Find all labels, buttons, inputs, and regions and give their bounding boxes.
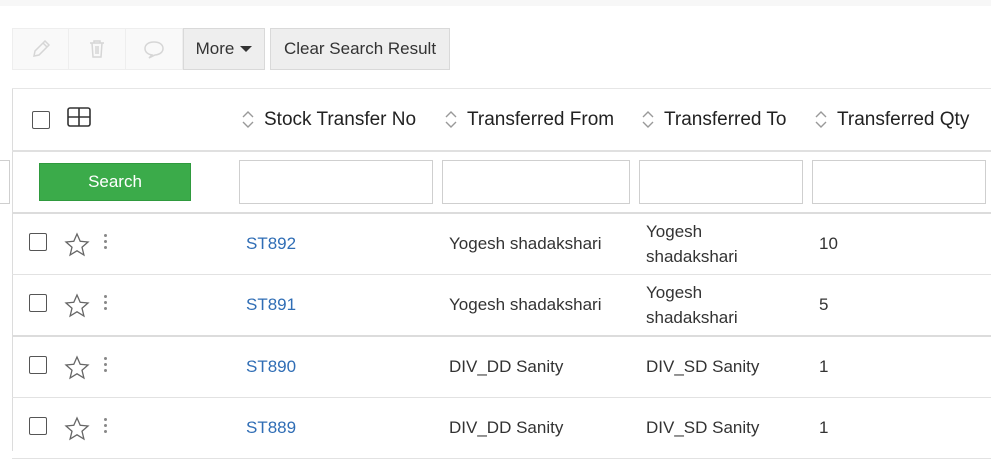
column-label: Stock Transfer No: [264, 108, 417, 130]
table-body: ST892 Yogesh shadakshari Yogesh shadaksh…: [12, 214, 991, 459]
transferred-to-line: Yogesh: [646, 222, 703, 241]
stock-transfer-no-link[interactable]: ST892: [246, 231, 296, 256]
transferred-to-line: shadakshari: [646, 247, 738, 266]
comment-icon: [144, 41, 164, 59]
filter-transferred-qty-input[interactable]: [812, 160, 986, 204]
transferred-qty-cell: 1: [819, 418, 829, 437]
transferred-to-line: shadakshari: [646, 308, 738, 327]
stock-transfer-no-link[interactable]: ST890: [246, 354, 296, 379]
star-icon[interactable]: [64, 232, 90, 258]
column-label: Transferred To: [664, 108, 787, 130]
transferred-qty-cell: 5: [819, 295, 829, 314]
column-label: Transferred Qty: [837, 108, 970, 130]
sort-icon[interactable]: [444, 111, 458, 128]
column-layout-icon[interactable]: [67, 107, 91, 127]
clear-search-result-button[interactable]: Clear Search Result: [270, 28, 450, 70]
transferred-from-cell: Yogesh shadakshari: [449, 234, 602, 253]
transferred-qty-cell: 10: [819, 234, 838, 253]
column-label: Transferred From: [467, 108, 615, 130]
sort-icon[interactable]: [241, 111, 255, 128]
stock-transfer-no-link[interactable]: ST891: [246, 292, 296, 317]
transferred-to-cell: DIV_SD Sanity: [646, 418, 760, 437]
caret-down-icon: [240, 46, 253, 52]
transferred-from-cell: DIV_DD Sanity: [449, 418, 564, 437]
more-options-icon[interactable]: [104, 418, 108, 433]
toolbar: More Clear Search Result: [12, 28, 450, 72]
column-header-transferred-qty[interactable]: Transferred Qty: [814, 89, 969, 150]
pencil-icon: [32, 39, 50, 57]
table-row[interactable]: ST890 DIV_DD Sanity DIV_SD Sanity 1: [12, 337, 991, 398]
left-filter-stub: [0, 160, 10, 204]
more-options-icon[interactable]: [104, 357, 108, 372]
edit-button[interactable]: [12, 28, 69, 70]
transferred-qty-cell: 1: [819, 357, 829, 376]
search-button[interactable]: Search: [39, 163, 191, 201]
star-icon[interactable]: [64, 416, 90, 442]
column-header-transferred-from[interactable]: Transferred From: [444, 89, 614, 150]
filter-row: Search: [12, 152, 991, 212]
column-header-transferred-to[interactable]: Transferred To: [641, 89, 787, 150]
column-header-stock-transfer-no[interactable]: Stock Transfer No: [241, 89, 416, 150]
comment-button[interactable]: [126, 28, 183, 70]
transferred-from-cell: Yogesh shadakshari: [449, 295, 602, 314]
row-checkbox[interactable]: [29, 417, 47, 435]
more-button[interactable]: More: [183, 28, 265, 70]
delete-button[interactable]: [69, 28, 126, 70]
transferred-to-cell: DIV_SD Sanity: [646, 357, 760, 376]
transferred-from-cell: DIV_DD Sanity: [449, 357, 564, 376]
transferred-to-cell: Yogesh shadakshari: [646, 219, 738, 269]
filter-transferred-to-input[interactable]: [639, 160, 803, 204]
stock-transfer-no-link[interactable]: ST889: [246, 415, 296, 440]
row-checkbox[interactable]: [29, 233, 47, 251]
top-strip: [0, 0, 991, 6]
star-icon[interactable]: [64, 355, 90, 381]
more-options-icon[interactable]: [104, 234, 108, 249]
more-options-icon[interactable]: [104, 295, 108, 310]
star-icon[interactable]: [64, 293, 90, 319]
row-checkbox[interactable]: [29, 294, 47, 312]
row-checkbox[interactable]: [29, 356, 47, 374]
sort-icon[interactable]: [814, 111, 828, 128]
table-row[interactable]: ST891 Yogesh shadakshari Yogesh shadaksh…: [12, 275, 991, 337]
table-row[interactable]: ST889 DIV_DD Sanity DIV_SD Sanity 1: [12, 398, 991, 459]
trash-icon: [90, 40, 104, 58]
select-all-checkbox[interactable]: [32, 111, 50, 129]
table-row[interactable]: ST892 Yogesh shadakshari Yogesh shadaksh…: [12, 214, 991, 275]
transferred-to-cell: Yogesh shadakshari: [646, 280, 738, 330]
transferred-to-line: Yogesh: [646, 283, 703, 302]
sort-icon[interactable]: [641, 111, 655, 128]
more-label: More: [195, 39, 235, 58]
filter-transferred-from-input[interactable]: [442, 160, 630, 204]
filter-stock-transfer-no-input[interactable]: [239, 160, 433, 204]
table-header: Stock Transfer No Transferred From Trans…: [12, 89, 991, 150]
